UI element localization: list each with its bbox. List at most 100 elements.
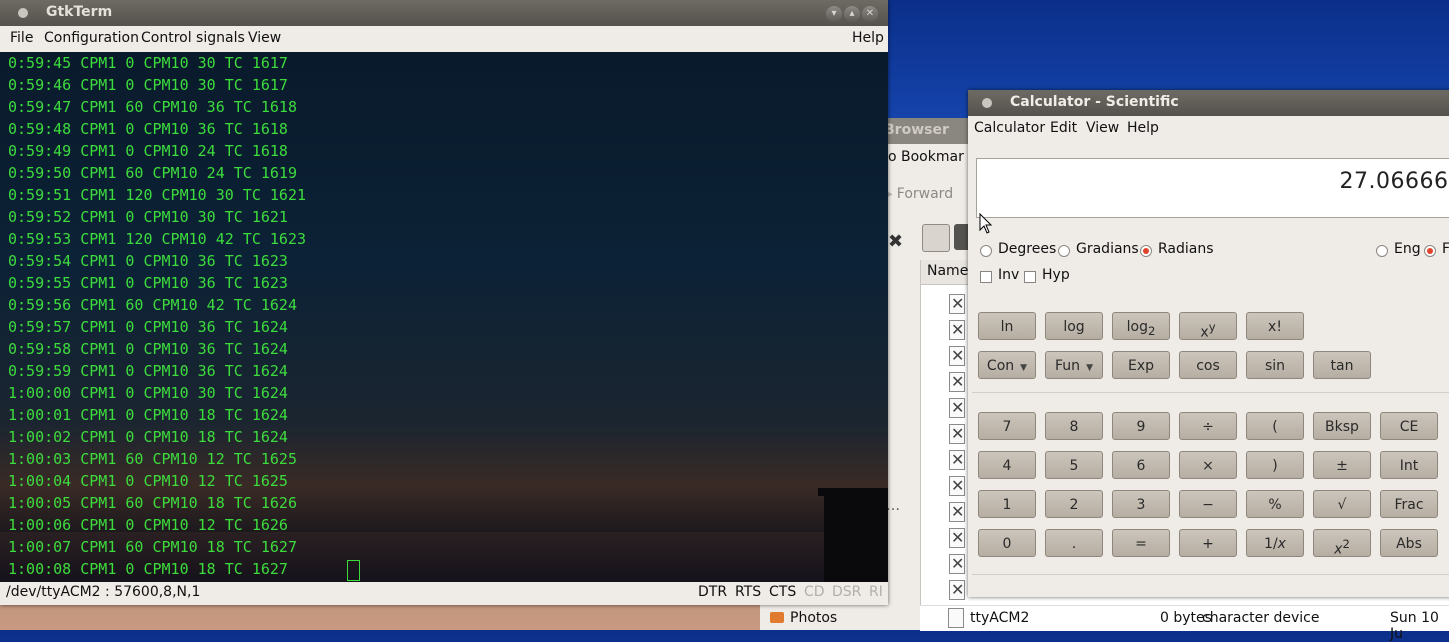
window-menu-icon[interactable] (18, 8, 28, 18)
tan-button[interactable]: tan (1313, 351, 1371, 379)
sidebar-item-photos[interactable]: Photos (760, 608, 920, 630)
reciprocal-button[interactable]: 1/x (1246, 529, 1304, 557)
menu-view[interactable]: View (1086, 120, 1119, 136)
digit-6-button[interactable]: 6 (1112, 451, 1170, 479)
file-row-icon[interactable]: ✕ (949, 372, 969, 392)
file-type: character device (1202, 610, 1320, 626)
terminal-line: 0:59:50 CPM1 60 CPM10 24 TC 1619 (8, 164, 297, 182)
file-row-icon[interactable]: ✕ (949, 502, 969, 522)
file-row-icon[interactable]: ✕ (949, 528, 969, 548)
broken-link-icon: ✕ (951, 398, 965, 417)
terminal-line: 0:59:55 CPM1 0 CPM10 36 TC 1623 (8, 274, 288, 292)
square-button[interactable]: x2 (1313, 529, 1371, 558)
menu-edit[interactable]: Edit (1050, 120, 1077, 136)
sin-button[interactable]: sin (1246, 351, 1304, 379)
clear-entry-button[interactable]: CE (1380, 412, 1438, 440)
drive-button[interactable] (922, 224, 950, 252)
document-icon (948, 608, 964, 628)
backspace-button[interactable]: Bksp (1313, 412, 1371, 440)
window-menu-icon[interactable] (982, 98, 992, 108)
cos-button[interactable]: cos (1179, 351, 1237, 379)
add-button[interactable]: + (1179, 529, 1237, 557)
menu-control-signals[interactable]: Control signals (141, 30, 245, 46)
digit-0-button[interactable]: 0 (978, 529, 1036, 557)
gtkterm-titlebar[interactable]: GtkTerm ▾ ▴ ✕ (0, 0, 888, 26)
digit-9-button[interactable]: 9 (1112, 412, 1170, 440)
file-row-icon[interactable]: ✕ (949, 346, 969, 366)
digit-2-button[interactable]: 2 (1045, 490, 1103, 518)
close-paren-button[interactable]: ) (1246, 451, 1304, 479)
power-button[interactable]: xy (1179, 312, 1237, 341)
file-row[interactable]: ttyACM2 0 bytes character device Sun 10 … (920, 605, 1449, 642)
menu-file[interactable]: File (10, 30, 33, 46)
square-root-button[interactable]: √ (1313, 490, 1371, 518)
calculator-titlebar[interactable]: Calculator - Scientific (968, 90, 1449, 116)
file-name: ttyACM2 (970, 610, 1030, 626)
digit-8-button[interactable]: 8 (1045, 412, 1103, 440)
radio-gradians[interactable] (1058, 245, 1070, 257)
file-row-icon[interactable]: ✕ (949, 554, 969, 574)
percent-button[interactable]: % (1246, 490, 1304, 518)
log2-button[interactable]: log2 (1112, 312, 1170, 340)
equals-button[interactable]: = (1112, 529, 1170, 557)
file-row-icon[interactable]: ✕ (949, 580, 969, 600)
menu-configuration[interactable]: Configuration (44, 30, 139, 46)
terminal-output[interactable]: 0:59:45 CPM1 0 CPM10 30 TC 1617 0:59:46 … (0, 52, 888, 582)
signal-dsr: DSR (832, 584, 862, 600)
integer-button[interactable]: Int (1380, 451, 1438, 479)
radio-eng[interactable] (1376, 245, 1388, 257)
ln-button[interactable]: ln (978, 312, 1036, 340)
window-controls: ▾ ▴ ✕ (824, 4, 878, 22)
terminal-line: 1:00:06 CPM1 0 CPM10 12 TC 1626 (8, 516, 288, 534)
digit-4-button[interactable]: 4 (978, 451, 1036, 479)
calculator-display[interactable]: 27.066666 (976, 158, 1449, 218)
digit-7-button[interactable]: 7 (978, 412, 1036, 440)
factorial-button[interactable]: x! (1246, 312, 1304, 340)
file-row-icon[interactable]: ✕ (949, 424, 969, 444)
minimize-icon[interactable]: ▾ (826, 6, 842, 22)
column-header-name-label: Name (927, 263, 969, 279)
digit-1-button[interactable]: 1 (978, 490, 1036, 518)
absolute-button[interactable]: Abs (1380, 529, 1438, 557)
checkbox-inv[interactable] (980, 271, 992, 283)
decimal-point-button[interactable]: . (1045, 529, 1103, 557)
multiply-button[interactable]: × (1179, 451, 1237, 479)
maximize-icon[interactable]: ▴ (844, 6, 860, 22)
radio-fix[interactable] (1424, 245, 1436, 257)
forward-button[interactable]: ▶Forward (882, 186, 953, 202)
radio-degrees[interactable] (980, 245, 992, 257)
functions-button[interactable]: Fun ▼ (1045, 351, 1103, 379)
radio-radians[interactable] (1140, 245, 1152, 257)
terminal-line: 0:59:49 CPM1 0 CPM10 24 TC 1618 (8, 142, 288, 160)
folder-icon (770, 612, 784, 623)
digit-5-button[interactable]: 5 (1045, 451, 1103, 479)
plus-minus-button[interactable]: ± (1313, 451, 1371, 479)
log-button[interactable]: log (1045, 312, 1103, 340)
close-icon[interactable]: ✖ (888, 231, 903, 252)
menu-help[interactable]: Help (1127, 120, 1159, 136)
menu-calculator[interactable]: Calculator (974, 120, 1045, 136)
forward-label: Forward (896, 186, 954, 202)
menu-help[interactable]: Help (852, 30, 884, 46)
file-row-icon[interactable]: ✕ (949, 320, 969, 340)
exp-button[interactable]: Exp (1112, 351, 1170, 379)
display-value: 27.066666 (1339, 169, 1449, 194)
file-row-icon[interactable]: ✕ (949, 476, 969, 496)
constants-button[interactable]: Con ▼ (978, 351, 1036, 379)
close-icon[interactable]: ✕ (862, 6, 878, 22)
mouse-pointer-icon (979, 213, 993, 234)
checkbox-hyp[interactable] (1024, 271, 1036, 283)
fraction-button[interactable]: Frac (1380, 490, 1438, 518)
functions-label: Fun (1055, 358, 1081, 374)
terminal-line: 1:00:00 CPM1 0 CPM10 30 TC 1624 (8, 384, 288, 402)
subtract-button[interactable]: − (1179, 490, 1237, 518)
open-paren-button[interactable]: ( (1246, 412, 1304, 440)
menu-view[interactable]: View (248, 30, 281, 46)
terminal-line: 1:00:07 CPM1 60 CPM10 18 TC 1627 (8, 538, 297, 556)
file-browser-menu-fragment[interactable]: o Bookmar (888, 149, 964, 165)
file-row-icon[interactable]: ✕ (949, 398, 969, 418)
divide-button[interactable]: ÷ (1179, 412, 1237, 440)
digit-3-button[interactable]: 3 (1112, 490, 1170, 518)
file-row-icon[interactable]: ✕ (949, 450, 969, 470)
file-row-icon[interactable]: ✕ (949, 294, 969, 314)
